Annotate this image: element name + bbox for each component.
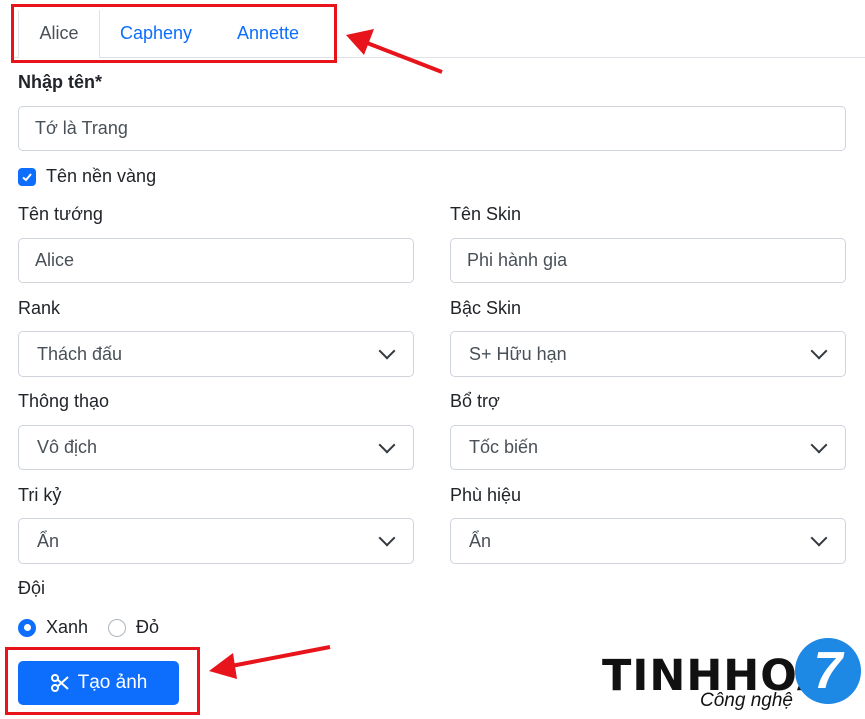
spell-label: Bổ trợ [450, 391, 500, 411]
team-label: Đội [18, 578, 46, 598]
spell-select[interactable]: Tốc biến [450, 425, 846, 470]
skin-name-input[interactable]: Phi hành gia [450, 238, 846, 283]
badge-select[interactable]: Ẩn [450, 518, 846, 564]
watermark-number-badge: 7 [795, 638, 861, 704]
radio-unselected[interactable] [108, 618, 126, 637]
skin-tier-selected: S+ Hữu hạn [469, 343, 567, 364]
radio-selected[interactable] [18, 618, 36, 637]
team-option-red[interactable]: Đỏ [108, 617, 159, 638]
chevron-down-icon [378, 342, 396, 360]
chevron-down-icon [378, 436, 396, 453]
name-label: Nhập tên* [18, 72, 103, 92]
chevron-down-icon [378, 529, 396, 547]
mastery-select[interactable]: Vô địch [18, 425, 414, 470]
annotation-arrow-tabs [346, 29, 443, 74]
rank-label: Rank [18, 298, 61, 318]
badge-selected: Ẩn [469, 530, 492, 551]
hero-label: Tên tướng [18, 204, 103, 224]
annotation-box-button [5, 647, 200, 715]
gold-name-checkbox-row[interactable]: Tên nền vàng [18, 166, 156, 187]
team-option-blue-label: Xanh [46, 617, 89, 637]
skin-tier-select[interactable]: S+ Hữu hạn [450, 331, 846, 377]
team-option-blue[interactable]: Xanh [18, 617, 88, 638]
soulmate-select[interactable]: Ẩn [18, 518, 414, 564]
soulmate-label: Tri kỷ [18, 485, 62, 505]
skin-tier-label: Bậc Skin [450, 298, 522, 318]
gold-name-label: Tên nền vàng [46, 166, 157, 186]
mastery-selected: Vô địch [37, 437, 98, 457]
gold-name-checkbox[interactable] [18, 167, 36, 186]
watermark-tagline: Công nghệ [700, 690, 793, 711]
hero-input[interactable]: Alice [18, 238, 414, 283]
skin-name-label: Tên Skin [450, 204, 522, 224]
badge-label: Phù hiệu [450, 485, 522, 505]
chevron-down-icon [810, 529, 828, 547]
rank-select[interactable]: Thách đấu [18, 331, 414, 377]
soulmate-selected: Ẩn [37, 530, 60, 551]
checkmark-icon [22, 172, 32, 181]
chevron-down-icon [810, 436, 828, 453]
chevron-down-icon [810, 342, 828, 360]
name-input[interactable]: Tớ là Trang [18, 106, 846, 151]
annotation-box-tabs [11, 4, 337, 63]
rank-selected: Thách đấu [37, 343, 123, 364]
annotation-arrow-button [209, 645, 331, 679]
mastery-label: Thông thạo [18, 391, 110, 411]
spell-selected: Tốc biến [469, 437, 539, 457]
team-option-red-label: Đỏ [136, 617, 160, 637]
